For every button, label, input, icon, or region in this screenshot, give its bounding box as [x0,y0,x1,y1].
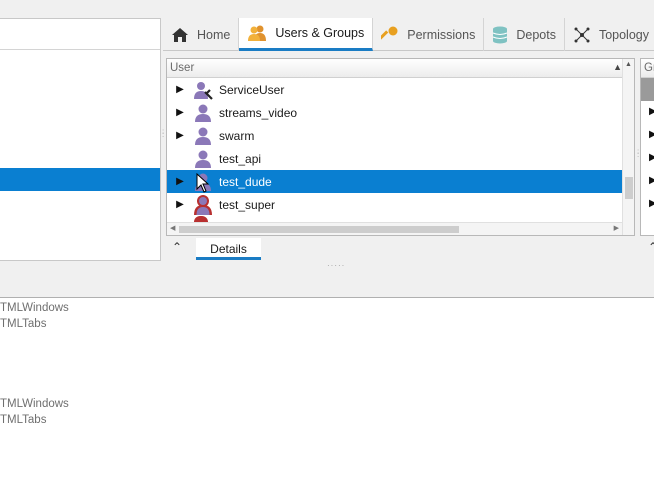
user-name: test_api [219,151,262,166]
groups-selected-row[interactable] [641,78,654,101]
left-pane-header [0,19,160,50]
user-row-test-api[interactable]: test_api [167,147,622,170]
scroll-up-icon[interactable]: ▲ [625,61,632,68]
vertical-splitter-left[interactable]: :: [162,128,164,139]
tab-permissions-label: Permissions [407,27,476,42]
tab-details-label: Details [210,242,247,256]
users-grid[interactable]: User ▲ ▶ ServiceUser ▶ streams_video ▶ s… [166,58,635,236]
output-line: TMLTabs [0,414,47,426]
topology-icon [573,26,591,44]
scroll-right-icon[interactable]: ▶ [614,224,619,232]
vertical-scrollbar[interactable]: ▲ [622,59,634,235]
user-icon [191,125,215,147]
user-icon [191,148,215,170]
tab-home-label: Home [197,27,231,42]
user-row-test-super[interactable]: ▶ test_super [167,193,622,216]
column-header-groups[interactable]: Gr [641,59,654,78]
output-line: TMLWindows [0,398,69,410]
output-line: TMLTabs [0,318,47,330]
tab-topology[interactable]: Topology [565,18,654,51]
tab-depots-label: Depots [516,27,556,42]
column-header-user-label: User [170,62,195,74]
user-icon [191,102,215,124]
home-icon [171,27,189,43]
details-bar: ⌃ Details [166,236,654,260]
tab-users-groups-label: Users & Groups [275,26,365,40]
user-name: ServiceUser [219,82,285,97]
mouse-cursor-icon [196,172,210,196]
super-user-icon [191,194,215,216]
app-window: Home Users & Groups Permissions Depots T… [0,0,654,502]
users-icon [247,24,267,42]
tab-depots[interactable]: Depots [484,18,565,51]
tab-home[interactable]: Home [163,18,240,51]
expand-arrow-icon[interactable]: ▶ [649,198,654,209]
tab-topology-label: Topology [598,27,649,42]
tab-permissions[interactable]: Permissions [373,18,485,51]
tab-bar: Home Users & Groups Permissions Depots T… [163,18,654,51]
scroll-left-icon[interactable]: ◀ [170,224,175,232]
horizontal-scrollbar[interactable]: ◀ ▶ [167,222,622,235]
collapse-up-icon[interactable]: ⌃ [172,240,182,254]
horizontal-scroll-thumb[interactable] [179,226,459,233]
groups-grid[interactable]: Gr ▶ ▶ ▶ ▶ ▶ [640,58,654,236]
user-name: swarm [219,128,255,143]
top-strip [161,0,654,18]
expand-arrow-icon[interactable]: ▶ [649,106,654,117]
key-icon [381,26,399,44]
expand-arrow-icon[interactable]: ▶ [167,176,187,187]
user-name: test_dude [219,174,272,189]
user-name: test_super [219,197,276,212]
user-row-swarm[interactable]: ▶ swarm [167,124,622,147]
user-name: streams_video [219,105,298,120]
expand-arrow-icon[interactable]: ▶ [167,84,187,95]
expand-arrow-icon[interactable]: ▶ [167,107,187,118]
user-row-serviceuser[interactable]: ▶ ServiceUser [167,78,622,101]
user-row-test-dude[interactable]: ▶ test_dude [167,170,622,193]
expand-arrow-icon[interactable]: ▶ [167,199,187,210]
left-tree-pane[interactable] [0,18,161,261]
expand-arrow-icon[interactable]: ▶ [649,129,654,140]
column-header-user[interactable]: User ▲ [167,59,634,78]
tab-users-groups[interactable]: Users & Groups [239,18,374,51]
service-user-icon [191,79,215,101]
expand-arrow-icon[interactable]: ▶ [167,130,187,141]
vertical-splitter-right[interactable]: :: [637,148,639,159]
database-icon [492,26,508,44]
vertical-scroll-thumb[interactable] [625,177,633,199]
sort-up-icon: ▲ [613,62,622,72]
expand-arrow-icon[interactable]: ▶ [649,152,654,163]
output-line: TMLWindows [0,302,69,314]
left-pane-selected-row[interactable] [0,168,160,191]
output-panel: TMLWindows TMLTabs TMLWindows TMLTabs [0,297,654,502]
tab-details[interactable]: Details [196,238,261,260]
expand-arrow-icon[interactable]: ▶ [649,175,654,186]
user-row-streams-video[interactable]: ▶ streams_video [167,101,622,124]
horizontal-splitter[interactable]: ····· [327,261,345,270]
collapse-up-icon[interactable]: ⌃ [648,240,654,254]
